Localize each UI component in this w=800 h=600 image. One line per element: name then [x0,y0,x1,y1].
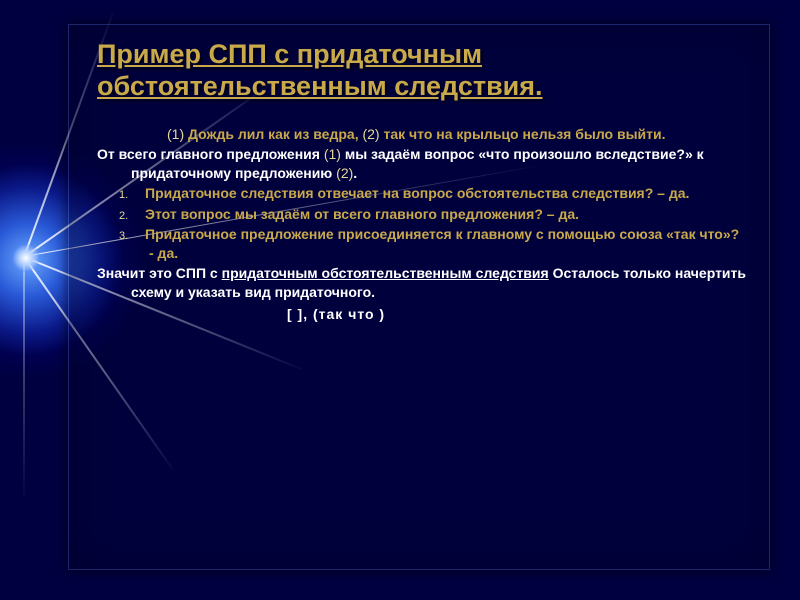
intro-n1: (1) [324,146,341,162]
intro-a: От всего главного предложения [97,146,324,162]
example-text-2: так что на крыльцо нельзя было выйти. [380,126,666,142]
intro-text: От всего главного предложения (1) мы зад… [97,145,747,182]
numbered-list: Придаточное следствия отвечает на вопрос… [97,184,747,262]
conclusion-a: Значит это СПП с [97,265,222,281]
example-sentence: (1) Дождь лил как из ведра, (2) так что … [97,125,747,143]
example-text-1: Дождь лил как из ведра, [184,126,362,142]
example-marker-2: (2) [362,126,379,142]
conclusion-underlined: придаточным обстоятельственным следствия [222,265,549,281]
slide-body: (1) Дождь лил как из ведра, (2) так что … [97,125,747,324]
example-marker-1: (1) [167,126,184,142]
schema-formula: [ ], (так что ) [97,305,747,323]
lens-flare-decoration [0,170,60,350]
list-item: Этот вопрос мы задаём от всего главного … [97,205,747,224]
content-frame: Пример СПП с придаточным обстоятельствен… [68,24,770,570]
conclusion-text: Значит это СПП с придаточным обстоятельс… [97,264,747,301]
slide: Пример СПП с придаточным обстоятельствен… [0,0,800,600]
list-item: Придаточное следствия отвечает на вопрос… [97,184,747,203]
slide-title: Пример СПП с придаточным обстоятельствен… [97,39,747,103]
intro-c: . [353,165,357,181]
list-item: Придаточное предложение присоединяется к… [97,225,747,262]
intro-n2: (2) [336,165,353,181]
